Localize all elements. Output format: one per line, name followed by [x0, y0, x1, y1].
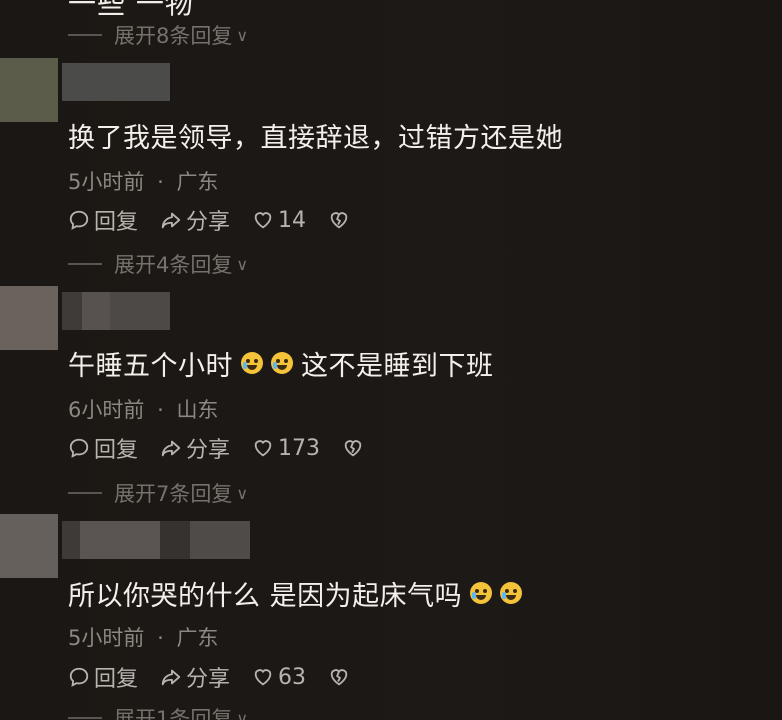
- comment-location: 山东: [176, 398, 219, 422]
- dislike-button[interactable]: [342, 437, 364, 459]
- heart-icon: [254, 440, 272, 457]
- fearful-face-emoji: [241, 352, 263, 374]
- reply-icon: [69, 438, 89, 458]
- avatar[interactable]: [0, 286, 58, 350]
- reply-button[interactable]: 回复: [68, 432, 138, 464]
- comment-location: 广东: [176, 626, 219, 650]
- expand-replies-label: 展开4条回复: [114, 253, 233, 277]
- avatar[interactable]: [0, 58, 58, 122]
- divider-dash: [68, 492, 102, 494]
- share-label: 分享: [186, 210, 231, 235]
- expand-replies-button[interactable]: 展开8条回复 ∨: [68, 21, 248, 49]
- comment-list: 一些 一物 展开8条回复 ∨ 换了我是领导，直接辞退，过错方还是她 5小时前 ·…: [0, 0, 782, 720]
- broken-heart-icon: [330, 669, 348, 686]
- username-blurred[interactable]: [62, 292, 170, 330]
- meta-separator: ·: [157, 398, 164, 422]
- chevron-down-icon: ∨: [236, 483, 249, 503]
- comment-time: 6小时前: [68, 398, 145, 422]
- divider-dash: [68, 717, 102, 719]
- crying-face-emoji: [470, 582, 493, 604]
- crying-face-emoji: [500, 582, 523, 604]
- comment-meta: 5小时前 · 广东: [68, 622, 218, 652]
- comment-text: 换了我是领导，直接辞退，过错方还是她: [68, 115, 563, 155]
- heart-icon: [254, 212, 272, 229]
- like-count: 14: [278, 207, 307, 233]
- expand-replies-label: 展开1条回复: [114, 707, 233, 720]
- expand-replies-label: 展开7条回复: [114, 482, 233, 506]
- heart-icon: [254, 669, 272, 686]
- comment-text: 午睡五个小时 这不是睡到下班: [68, 343, 494, 383]
- comment-actions: 回复 分享 14: [68, 205, 372, 235]
- like-button[interactable]: 63: [252, 665, 306, 690]
- chevron-down-icon: ∨: [236, 25, 249, 45]
- comment-location: 广东: [176, 170, 219, 194]
- share-icon: [161, 440, 181, 457]
- like-count: 63: [278, 664, 307, 690]
- reply-button[interactable]: 回复: [68, 204, 138, 236]
- meta-separator: ·: [157, 626, 164, 650]
- like-button[interactable]: 14: [252, 208, 306, 233]
- comment-meta: 6小时前 · 山东: [68, 394, 218, 424]
- divider-dash: [68, 263, 102, 265]
- reply-button[interactable]: 回复: [68, 661, 138, 693]
- broken-heart-icon: [330, 212, 348, 229]
- divider-dash: [68, 34, 102, 36]
- expand-replies-button[interactable]: 展开1条回复 ∨: [68, 704, 248, 720]
- chevron-down-icon: ∨: [236, 254, 249, 274]
- avatar[interactable]: [0, 514, 58, 578]
- comment-text-content: 这不是睡到下班: [301, 350, 494, 382]
- reply-label: 回复: [94, 210, 139, 235]
- comment-time: 5小时前: [68, 626, 145, 650]
- reply-icon: [69, 667, 89, 687]
- expand-replies-button[interactable]: 展开7条回复 ∨: [68, 479, 248, 507]
- reply-label: 回复: [94, 667, 139, 692]
- share-icon: [161, 669, 181, 686]
- comment-time: 5小时前: [68, 170, 145, 194]
- comment-actions: 回复 分享 173: [68, 433, 386, 463]
- dislike-button[interactable]: [328, 666, 350, 688]
- share-button[interactable]: 分享: [160, 204, 230, 236]
- share-icon: [161, 212, 181, 229]
- like-button[interactable]: 173: [252, 436, 320, 461]
- username-blurred[interactable]: [62, 63, 170, 101]
- dislike-button[interactable]: [328, 209, 350, 231]
- comment-actions: 回复 分享 63: [68, 662, 372, 692]
- username-blurred[interactable]: [62, 521, 250, 559]
- share-button[interactable]: 分享: [160, 661, 230, 693]
- expand-replies-button[interactable]: 展开4条回复 ∨: [68, 250, 248, 278]
- comment-meta: 5小时前 · 广东: [68, 166, 218, 196]
- comment-text-content: 换了我是领导，直接辞退，过错方还是她: [68, 122, 563, 154]
- fearful-face-emoji: [271, 352, 293, 374]
- chevron-down-icon: ∨: [236, 708, 249, 720]
- share-button[interactable]: 分享: [160, 432, 230, 464]
- like-count: 173: [278, 435, 321, 461]
- partial-comment-text: 一些 一物: [68, 0, 194, 20]
- broken-heart-icon: [344, 440, 362, 457]
- reply-icon: [69, 210, 89, 230]
- share-label: 分享: [186, 667, 231, 692]
- expand-replies-label: 展开8条回复: [114, 24, 233, 48]
- comment-text-content: 所以你哭的什么 是因为起床气吗: [68, 580, 463, 612]
- reply-label: 回复: [94, 438, 139, 463]
- comment-text: 所以你哭的什么 是因为起床气吗: [68, 573, 523, 613]
- comment-text-content: 午睡五个小时: [68, 350, 233, 382]
- share-label: 分享: [186, 438, 231, 463]
- meta-separator: ·: [157, 170, 164, 194]
